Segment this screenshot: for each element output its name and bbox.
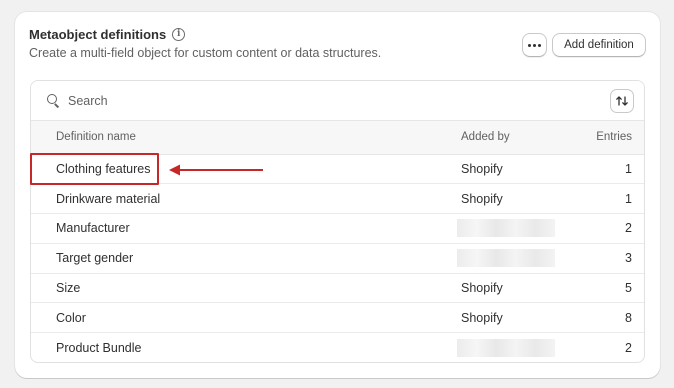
page-title: Metaobject definitions xyxy=(29,27,167,42)
table-row[interactable]: Target gender 3 xyxy=(31,243,644,274)
entries-cell: 8 xyxy=(561,302,644,334)
redacted-block xyxy=(457,249,555,268)
added-by-cell-redacted xyxy=(457,243,561,274)
entries-cell: 3 xyxy=(561,243,644,274)
info-icon[interactable]: i xyxy=(172,28,186,41)
entries-cell: 2 xyxy=(625,340,632,355)
card-header: Metaobject definitions i Create a multi-… xyxy=(29,27,646,67)
definitions-table-container: Definition name Added by Entries Clothin… xyxy=(30,80,645,363)
added-by-cell: Shopify xyxy=(461,183,561,215)
sort-button[interactable] xyxy=(610,88,634,113)
search-input[interactable] xyxy=(68,93,610,108)
header-actions: Add definition xyxy=(522,33,646,57)
table-row[interactable]: Manufacturer 2 xyxy=(31,213,644,244)
search-bar xyxy=(31,81,644,121)
more-actions-button[interactable] xyxy=(522,33,547,57)
annotation-arrow-icon xyxy=(169,164,263,176)
column-header-entries[interactable]: Entries xyxy=(561,121,644,155)
column-header-definition-name[interactable]: Definition name xyxy=(31,121,461,155)
table-row[interactable]: Product Bundle 2 xyxy=(31,333,644,362)
definition-name-cell[interactable]: Target gender xyxy=(31,243,461,274)
added-by-cell-redacted xyxy=(457,333,561,362)
definition-name-cell[interactable]: Manufacturer xyxy=(31,213,461,244)
entries-cell: 2 xyxy=(561,213,644,244)
added-by-cell-redacted xyxy=(457,213,561,244)
entries-cell: 5 xyxy=(561,273,644,304)
definition-name-cell[interactable]: Size xyxy=(31,273,461,304)
added-by-cell: Shopify xyxy=(461,154,561,185)
column-header-added-by[interactable]: Added by xyxy=(461,121,561,155)
table-header-row: Definition name Added by Entries xyxy=(31,121,644,155)
added-by-cell: Shopify xyxy=(461,302,561,334)
definition-name-cell[interactable]: Product Bundle xyxy=(31,333,461,362)
add-definition-button[interactable]: Add definition xyxy=(552,33,646,57)
redacted-block xyxy=(457,219,555,238)
search-icon xyxy=(47,94,60,108)
entries-cell: 1 xyxy=(561,183,644,215)
added-by-cell: Shopify xyxy=(461,273,561,304)
entries-cell: 1 xyxy=(561,154,644,185)
more-horizontal-icon xyxy=(528,43,541,47)
redacted-block xyxy=(457,338,555,357)
definition-name-cell[interactable]: Drinkware material xyxy=(31,183,461,215)
metaobject-definitions-card: Metaobject definitions i Create a multi-… xyxy=(15,12,660,378)
sort-arrows-icon xyxy=(616,95,628,106)
definition-name-cell[interactable]: Color xyxy=(31,302,461,334)
highlight-annotation-box xyxy=(30,153,159,185)
table-row[interactable]: Drinkware material Shopify 1 xyxy=(31,183,644,215)
table-row[interactable]: Color Shopify 8 xyxy=(31,302,644,334)
table-row[interactable]: Size Shopify 5 xyxy=(31,273,644,304)
